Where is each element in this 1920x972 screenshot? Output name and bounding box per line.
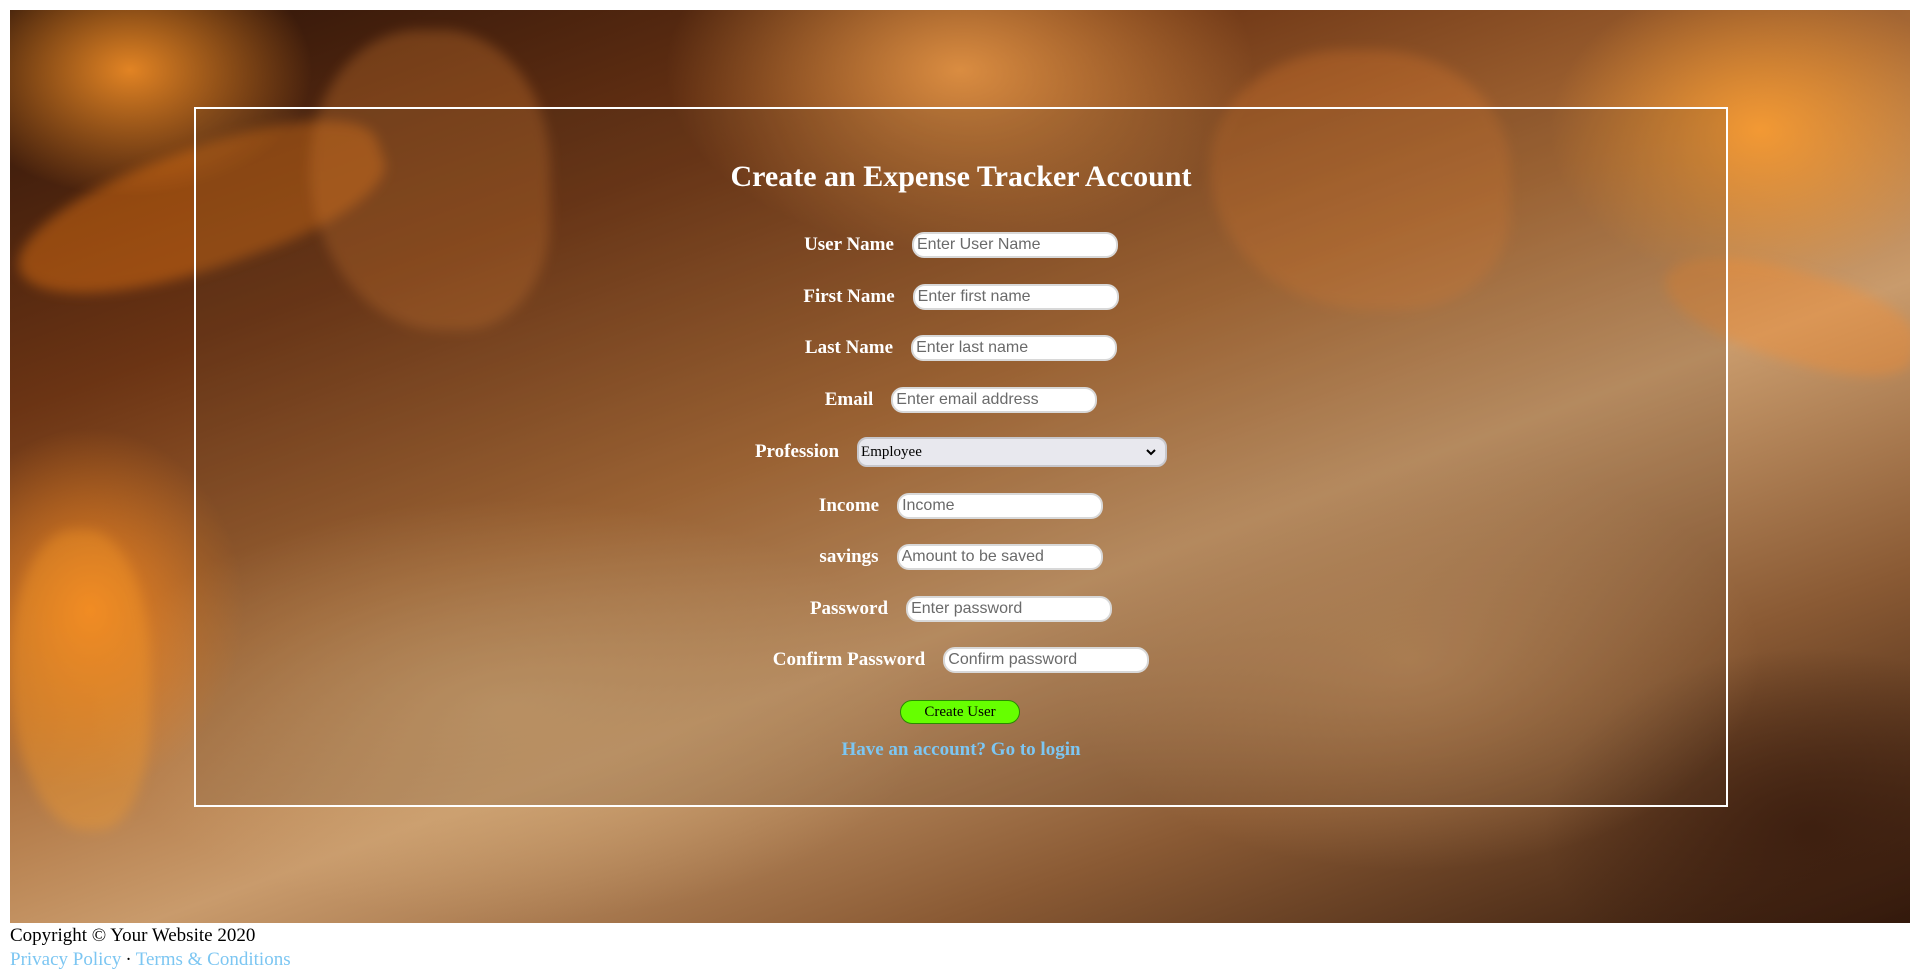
firstname-label: First Name xyxy=(803,286,895,307)
footer-links: Privacy Policy · Terms & Conditions xyxy=(10,948,291,972)
income-row: Income xyxy=(196,493,1726,519)
confirm-password-input[interactable] xyxy=(943,647,1150,673)
username-label: User Name xyxy=(804,234,894,255)
profession-select[interactable]: Employee xyxy=(857,437,1168,467)
privacy-policy-link[interactable]: Privacy Policy xyxy=(10,949,121,970)
go-to-login-link[interactable]: Have an account? Go to login xyxy=(196,739,1726,761)
email-row: Email xyxy=(196,387,1726,413)
chevron-down-icon xyxy=(1145,446,1157,458)
lastname-row: Last Name xyxy=(196,335,1726,361)
password-input[interactable] xyxy=(906,596,1113,622)
profession-selected-value: Employee xyxy=(861,443,922,460)
lastname-input[interactable] xyxy=(911,335,1118,361)
signup-panel: Create an Expense Tracker Account User N… xyxy=(194,107,1728,807)
income-label: Income xyxy=(818,495,880,516)
lastname-label: Last Name xyxy=(804,337,894,358)
firstname-row: First Name xyxy=(196,284,1726,310)
footer: Copyright © Your Website 2020 Privacy Po… xyxy=(10,924,291,972)
username-input[interactable] xyxy=(911,232,1118,258)
footer-separator: · xyxy=(125,949,132,970)
copyright-text: Copyright © Your Website 2020 xyxy=(10,925,256,946)
password-label: Password xyxy=(809,598,889,619)
password-row: Password xyxy=(196,596,1726,622)
page-title: Create an Expense Tracker Account xyxy=(730,160,1192,193)
flame-decoration xyxy=(10,530,150,830)
email-label: Email xyxy=(824,389,874,410)
profession-label: Profession xyxy=(754,441,840,462)
savings-label: savings xyxy=(819,546,879,567)
username-row: User Name xyxy=(196,232,1726,258)
confirm-password-label: Confirm Password xyxy=(772,649,926,670)
terms-conditions-link[interactable]: Terms & Conditions xyxy=(136,949,291,970)
confirm-password-row: Confirm Password xyxy=(196,647,1726,673)
create-user-button[interactable]: Create User xyxy=(900,700,1020,724)
profession-row: Profession Employee xyxy=(196,437,1726,467)
savings-row: savings xyxy=(196,544,1726,570)
income-input[interactable] xyxy=(897,493,1104,519)
savings-input[interactable] xyxy=(896,544,1103,570)
email-input[interactable] xyxy=(891,387,1098,413)
firstname-input[interactable] xyxy=(912,284,1119,310)
